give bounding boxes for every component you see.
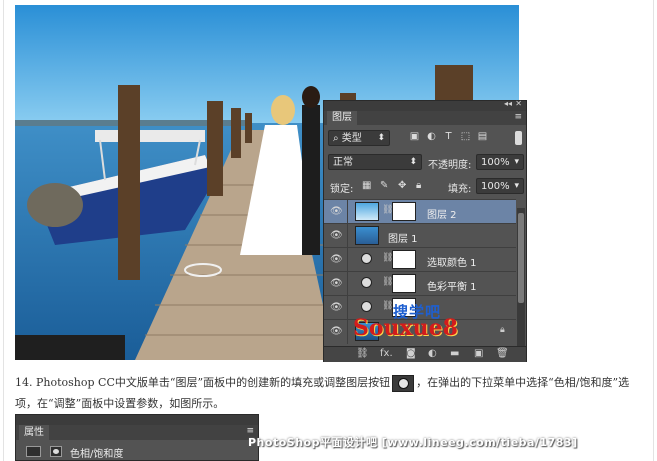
close-panel-icon[interactable]: ✕ (515, 99, 522, 108)
scrollbar-thumb[interactable] (518, 213, 524, 303)
search-icon: ⌕ (333, 133, 339, 144)
layers-panel-titlebar: ◂◂ ✕ (324, 99, 526, 111)
filter-row: ⌕ 类型 ⬍ ▣ ◐ T ⬚ ▤ (324, 130, 526, 147)
eye-icon[interactable]: 👁︎ (330, 326, 343, 337)
eye-icon[interactable]: 👁︎ (330, 278, 343, 289)
adjustment-filter-icon[interactable]: ◐ (425, 130, 438, 143)
layer-row-layer1[interactable]: 👁︎ 图层 1 (324, 223, 516, 248)
image-filter-icon[interactable]: ▣ (408, 130, 421, 143)
filter-toggle[interactable] (515, 131, 522, 145)
trash-icon[interactable]: 🗑︎ (496, 348, 509, 359)
layer-mask-thumbnail[interactable] (392, 202, 416, 221)
layer-row-layer2[interactable]: 👁︎ ⛓︎ 图层 2 (324, 199, 516, 224)
layer-name[interactable]: 选取颜色 1 (427, 254, 477, 269)
link-icon[interactable]: ⛓︎ (356, 348, 369, 359)
adjustment-layer-icon (26, 446, 41, 457)
layer-name[interactable]: 色彩平衡 1 (427, 278, 477, 293)
opacity-field[interactable]: 100% ▾ (476, 154, 524, 170)
properties-titlebar (16, 415, 258, 425)
adjustment-layer-icon (361, 253, 372, 264)
layer-thumbnail (355, 202, 379, 221)
eye-icon[interactable]: 👁︎ (330, 230, 343, 241)
folder-icon[interactable]: ▬ (450, 348, 459, 359)
fill-value: 100% (481, 181, 510, 192)
layer-name[interactable]: 图层 2 (427, 206, 457, 221)
layer-name[interactable]: 图层 1 (388, 230, 418, 245)
shape-filter-icon[interactable]: ⬚ (459, 130, 472, 143)
lock-transparent-icon[interactable]: ▦ (362, 180, 371, 191)
divider (347, 272, 348, 296)
step-caption: 14. Photoshop CC中文版单击“图层”面板中的创建新的填充或调整图层… (15, 372, 645, 414)
lock-label: 锁定: (330, 184, 354, 195)
properties-header: 色相/饱和度 (16, 443, 258, 460)
lock-position-icon[interactable]: ✥ (398, 180, 406, 191)
blend-row: 正常 ⬍ 不透明度: 100% ▾ (324, 154, 526, 171)
watermark-logo: Souxue8 (353, 315, 458, 341)
tab-layers[interactable]: 图层 (327, 111, 357, 125)
eye-icon[interactable]: 👁︎ (330, 254, 343, 265)
properties-tab-row: 属性 ≡ (16, 425, 258, 440)
divider (347, 224, 348, 248)
lock-brush-icon[interactable]: ✎ (380, 180, 388, 191)
mask-icon[interactable] (50, 446, 62, 457)
layer-mask-thumbnail[interactable] (392, 274, 416, 293)
divider (347, 320, 348, 344)
lock-row: 锁定: ▦ ✎ ✥ 🔒︎ 填充: 100% ▾ (324, 178, 526, 195)
divider (347, 296, 348, 320)
type-filter-icon[interactable]: T (442, 130, 455, 143)
properties-title: 色相/饱和度 (70, 449, 124, 460)
fill-field[interactable]: 100% ▾ (476, 178, 524, 194)
chevron-down-icon: ▾ (514, 157, 519, 167)
smartobject-filter-icon[interactable]: ▤ (476, 130, 489, 143)
chevron-down-icon: ⬍ (377, 133, 385, 143)
filter-kind-value: 类型 (341, 133, 362, 144)
fill-label: 填充: (448, 184, 472, 195)
layer-row-selective-color[interactable]: 👁︎ ⛓︎ 选取颜色 1 (324, 247, 516, 272)
eye-icon[interactable]: 👁︎ (330, 302, 343, 313)
adjustment-icon[interactable]: ◐ (428, 348, 437, 359)
mask-icon[interactable]: ◙ (406, 348, 416, 359)
divider (347, 248, 348, 272)
blend-mode-value: 正常 (333, 157, 353, 168)
tab-properties[interactable]: 属性 (19, 425, 49, 440)
opacity-value: 100% (481, 157, 510, 168)
lock-icon: 🔒︎ (500, 325, 505, 335)
eye-icon[interactable]: 👁︎ (330, 206, 343, 217)
caption-text-1: 14. Photoshop CC中文版单击“图层”面板中的创建新的填充或调整图层… (15, 376, 391, 389)
lock-all-icon[interactable]: 🔒︎ (416, 180, 421, 191)
blend-mode-select[interactable]: 正常 ⬍ (328, 154, 422, 170)
collapse-panel-icon[interactable]: ◂◂ (504, 99, 512, 108)
new-layer-icon[interactable]: ▣ (474, 348, 483, 359)
layer-mask-thumbnail[interactable] (392, 250, 416, 269)
fx-icon[interactable]: fx. (380, 348, 393, 359)
opacity-label: 不透明度: (428, 160, 472, 171)
adjustment-layer-icon (361, 301, 372, 312)
filter-kind-select[interactable]: ⌕ 类型 ⬍ (328, 130, 390, 146)
layers-tab-row: 图层 ≡ (324, 111, 526, 125)
divider (347, 200, 348, 224)
chevron-down-icon: ▾ (514, 181, 519, 191)
panel-menu-icon[interactable]: ≡ (514, 112, 522, 122)
layers-scrollbar[interactable] (517, 208, 525, 346)
properties-panel: 属性 ≡ 色相/饱和度 (15, 414, 259, 461)
layer-thumbnail (355, 226, 379, 245)
adjustment-layer-icon (361, 277, 372, 288)
adjustment-button-icon (392, 374, 415, 392)
watermark-footer: PhotoShop平面设计吧 [www.lineeg.com/tieba/178… (248, 436, 578, 449)
layers-bottom-toolbar: ⛓︎ fx. ◙ ◐ ▬ ▣ 🗑︎ (324, 346, 526, 362)
chevron-down-icon: ⬍ (409, 157, 417, 167)
layer-row-color-balance[interactable]: 👁︎ ⛓︎ 色彩平衡 1 (324, 271, 516, 296)
